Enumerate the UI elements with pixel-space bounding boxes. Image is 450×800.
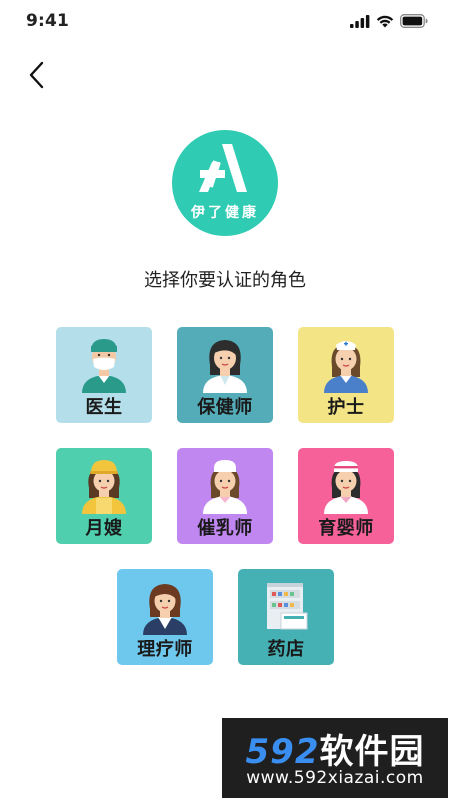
status-bar: 9:41 — [0, 0, 450, 44]
role-label: 护士 — [327, 397, 365, 418]
role-label: 理疗师 — [137, 639, 193, 660]
wifi-icon — [376, 15, 394, 27]
role-card-doctor[interactable]: 医生 — [56, 327, 152, 423]
role-card-health-care[interactable]: 保健师 — [177, 327, 273, 423]
role-card-lactation[interactable]: 催乳师 — [177, 448, 273, 544]
watermark-title: 592软件园 — [222, 724, 448, 773]
nurse-avatar-icon — [324, 341, 368, 393]
role-card-nursery[interactable]: 育婴师 — [298, 448, 394, 544]
pharmacy-icon — [267, 583, 308, 630]
watermark-url: www.592xiazai.com — [246, 768, 424, 788]
logo-text: 伊了健康 — [191, 205, 259, 221]
nursery-avatar-icon — [324, 461, 368, 514]
role-card-pharmacy[interactable]: 药店 — [238, 569, 334, 665]
signal-icon — [350, 14, 370, 28]
chevron-left-icon — [29, 61, 44, 89]
lactation-avatar-icon — [203, 460, 247, 514]
role-label: 月嫂 — [85, 518, 123, 539]
doctor-avatar-icon — [82, 339, 126, 393]
role-label: 育婴师 — [318, 518, 374, 539]
maternity-nanny-avatar-icon — [82, 460, 126, 514]
watermark-logo: 592软件园 www.592xiazai.com — [222, 718, 448, 798]
battery-icon — [400, 14, 428, 28]
health-care-avatar-icon — [203, 340, 247, 393]
role-label: 催乳师 — [197, 518, 253, 539]
watermark-number: 592 — [245, 732, 320, 772]
page-subtitle: 选择你要认证的角色 — [144, 270, 306, 291]
role-label: 药店 — [267, 639, 305, 660]
watermark-brand: 软件园 — [319, 732, 425, 772]
role-card-therapist[interactable]: 理疗师 — [117, 569, 213, 665]
role-card-nurse[interactable]: 护士 — [298, 327, 394, 423]
back-button[interactable] — [20, 58, 54, 92]
status-icons — [350, 14, 428, 28]
role-grid: 医生 保健师 护士 月嫂 催乳师 育婴师 理疗师 药店 — [0, 0, 450, 800]
role-card-maternity-nanny[interactable]: 月嫂 — [56, 448, 152, 544]
role-label: 保健师 — [197, 397, 253, 418]
app-logo: 伊了健康 — [172, 130, 278, 236]
therapist-avatar-icon — [143, 584, 187, 635]
status-time: 9:41 — [26, 11, 70, 31]
role-label: 医生 — [85, 397, 123, 418]
logo-mark-icon — [199, 144, 247, 192]
